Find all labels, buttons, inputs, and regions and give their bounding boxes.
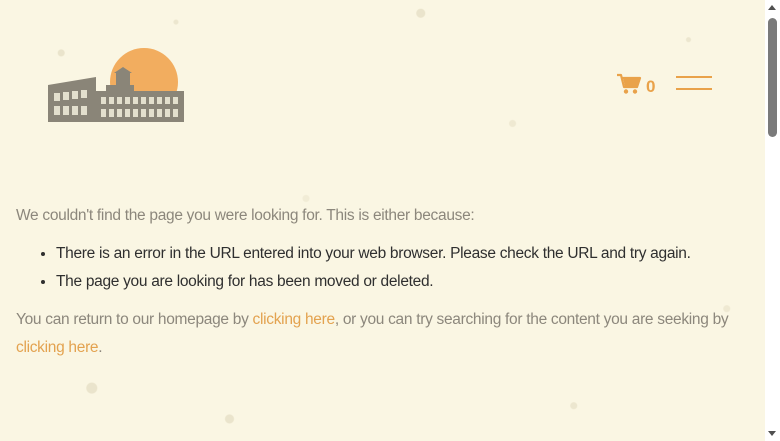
site-logo[interactable] [46, 45, 188, 125]
cart-button[interactable]: 0 [616, 73, 655, 100]
warehouse-building-sun-logo-icon [48, 48, 184, 122]
cart-count-badge: 0 [646, 76, 656, 96]
reason-item: The page you are looking for has been mo… [56, 268, 746, 296]
shopping-cart-icon [616, 73, 642, 100]
help-text-part: . [98, 339, 103, 356]
vertical-scrollbar[interactable] [765, 0, 780, 441]
menu-line-top [676, 76, 712, 78]
page: 0 We couldn't find the page you were loo… [0, 0, 765, 441]
not-found-content: We couldn't find the page you were looki… [16, 202, 746, 362]
intro-text: We couldn't find the page you were looki… [16, 207, 475, 224]
scroll-up-arrow-icon[interactable] [768, 5, 776, 10]
scroll-down-arrow-icon[interactable] [768, 431, 776, 436]
menu-line-bottom [676, 88, 712, 90]
help-text: You can return to our homepage by clicki… [16, 306, 746, 362]
reasons-list: There is an error in the URL entered int… [16, 240, 746, 296]
help-text-part: , or you can try searching for the conte… [334, 311, 729, 328]
search-link[interactable]: clicking here [16, 339, 99, 356]
scrollbar-thumb[interactable] [768, 18, 777, 137]
help-text-part: You can return to our homepage by [16, 311, 253, 328]
hamburger-menu-icon[interactable] [676, 76, 712, 93]
reason-item: There is an error in the URL entered int… [56, 240, 746, 268]
homepage-link[interactable]: clicking here [253, 311, 336, 328]
